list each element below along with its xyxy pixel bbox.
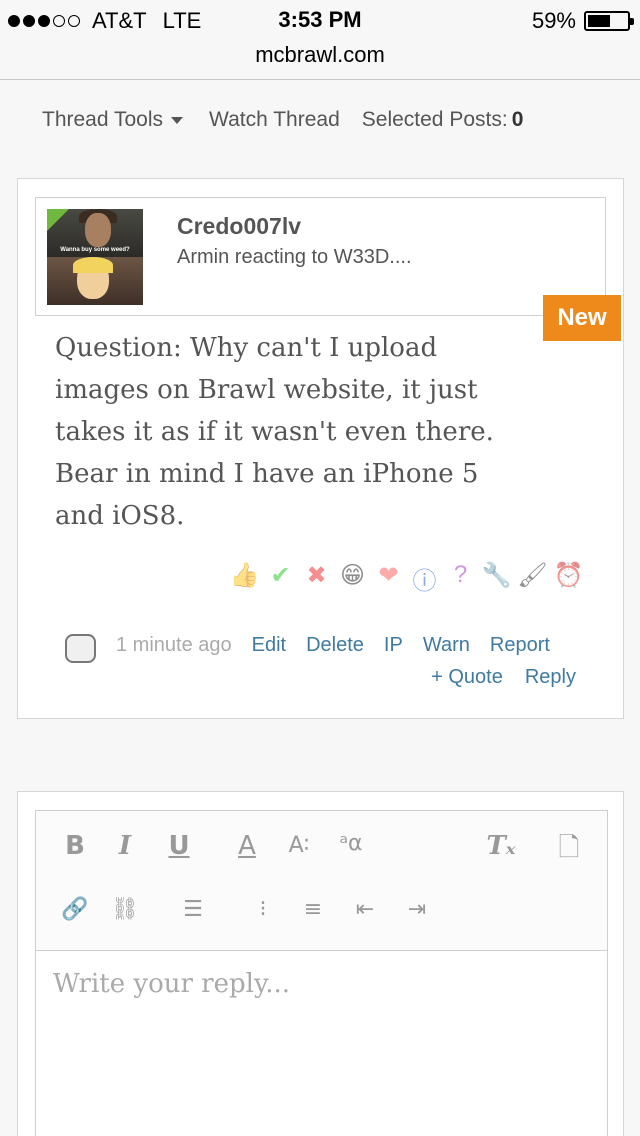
link-icon[interactable]: 🔗	[57, 897, 93, 922]
battery-percent: 59%	[531, 8, 576, 33]
font-family-button[interactable]: ᵃα	[333, 831, 369, 856]
warn-link[interactable]: Warn	[423, 634, 470, 657]
love-icon[interactable]: ❤	[372, 561, 405, 596]
indent-icon[interactable]: ⇥	[399, 897, 435, 922]
avatar-hair-bottom	[73, 257, 113, 273]
user-title: Armin reacting to W33D....	[177, 246, 412, 268]
editor-toolbar: B I U A A∶ ᵃα Tₓ 🗋 🔗 ⛓ ☰ ⁝ ≡ ⇤ ⇥	[36, 811, 607, 951]
post-meta: 1 minute ago Edit Delete IP Warn Report	[116, 634, 570, 657]
late-icon[interactable]: ⏰	[552, 561, 585, 596]
post-timestamp[interactable]: 1 minute ago	[116, 634, 232, 657]
useful-icon[interactable]: 🔧	[480, 561, 513, 596]
status-bar: AT&T LTE 3:53 PM 59% mcbrawl.com	[0, 0, 640, 80]
reply-textarea[interactable]: Write your reply...	[53, 969, 290, 999]
font-color-button[interactable]: A	[229, 831, 265, 861]
underline-button[interactable]: U	[161, 831, 197, 861]
creative-icon[interactable]: 🖌	[516, 561, 549, 596]
agree-icon[interactable]: ✔	[264, 561, 297, 596]
question-icon[interactable]: ?	[444, 561, 477, 596]
reaction-bar: 👍 ✔ ✖ 😁 ❤ ⓘ ? 🔧 🖌 ⏰	[228, 561, 585, 596]
chevron-down-icon[interactable]	[171, 116, 184, 124]
funny-icon[interactable]: 😁	[336, 561, 369, 596]
informative-icon[interactable]: ⓘ	[408, 561, 441, 596]
disagree-icon[interactable]: ✖	[300, 561, 333, 596]
forum-post: Wanna buy some weed? Credo007lv Armin re…	[17, 178, 624, 719]
italic-button[interactable]: I	[107, 831, 143, 861]
avatar-face-top	[85, 213, 111, 247]
unlink-icon[interactable]: ⛓	[107, 897, 143, 922]
address-bar-url[interactable]: mcbrawl.com	[0, 42, 640, 68]
select-post-checkbox[interactable]	[65, 634, 96, 663]
quick-reply: B I U A A∶ ᵃα Tₓ 🗋 🔗 ⛓ ☰ ⁝ ≡ ⇤ ⇥ Write y…	[17, 791, 624, 1136]
post-actions: + Quote Reply	[409, 666, 576, 689]
online-indicator-icon	[47, 209, 69, 231]
post-message: Question: Why can't I upload images on B…	[55, 333, 494, 531]
avatar-caption: Wanna buy some weed?	[60, 247, 130, 253]
post-username[interactable]: Credo007lv	[177, 213, 301, 240]
bold-button[interactable]: B	[57, 831, 93, 861]
remove-format-button[interactable]: Tₓ	[483, 831, 519, 861]
draft-icon[interactable]: 🗋	[551, 829, 587, 873]
numbered-list-icon[interactable]: ≡	[295, 897, 331, 922]
avatar[interactable]: Wanna buy some weed?	[47, 209, 143, 305]
report-link[interactable]: Report	[490, 634, 550, 657]
reply-editor: B I U A A∶ ᵃα Tₓ 🗋 🔗 ⛓ ☰ ⁝ ≡ ⇤ ⇥ Write y…	[35, 810, 608, 1136]
font-size-button[interactable]: A∶	[281, 833, 317, 858]
battery-status: 59%	[531, 8, 634, 34]
selected-posts-count: 0	[511, 108, 524, 131]
delete-link[interactable]: Delete	[306, 634, 364, 657]
outdent-icon[interactable]: ⇤	[347, 897, 383, 922]
align-icon[interactable]: ☰	[175, 897, 211, 922]
watch-thread-link[interactable]: Watch Thread	[209, 108, 340, 132]
thread-tools-menu[interactable]: Thread Tools	[42, 108, 163, 132]
bullet-list-icon[interactable]: ⁝	[245, 897, 281, 922]
edit-link[interactable]: Edit	[252, 634, 286, 657]
thread-tools-bar: Thread Tools Watch Thread Selected Posts…	[42, 108, 523, 132]
battery-icon	[584, 11, 634, 31]
new-badge: New	[543, 295, 621, 341]
like-icon[interactable]: 👍	[228, 561, 261, 596]
quote-link[interactable]: + Quote	[431, 666, 503, 689]
selected-posts-label[interactable]: Selected Posts:	[362, 108, 508, 132]
ip-link[interactable]: IP	[384, 634, 403, 657]
battery-level	[588, 15, 611, 27]
post-author-box: Wanna buy some weed? Credo007lv Armin re…	[35, 197, 606, 316]
reply-link[interactable]: Reply	[525, 666, 576, 689]
